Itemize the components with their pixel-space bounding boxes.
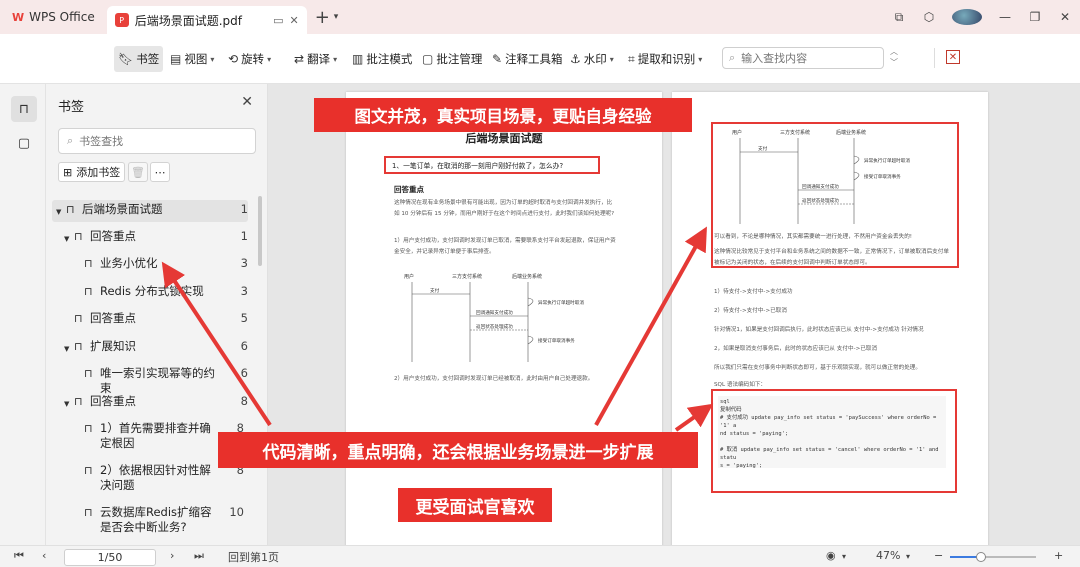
next-page-icon[interactable]: › — [170, 549, 174, 562]
zoom-level[interactable]: 47% — [876, 549, 900, 562]
back-to-first-link[interactable]: 回到第1页 — [228, 549, 279, 565]
annotation-banner: 图文并茂，真实项目场景，更贴自身经验 — [314, 98, 692, 132]
prev-page-icon[interactable]: ‹ — [42, 549, 46, 562]
status-bar: ⏮ ‹ 1/50 › ⏭ 回到第1页 ◉ ▾ 47% ▾ − + — [0, 545, 1080, 567]
chevron-down-icon[interactable]: ▾ — [842, 552, 846, 561]
zoom-out-icon[interactable]: − — [934, 549, 943, 562]
annotation-arrows — [161, 226, 714, 432]
last-page-icon[interactable]: ⏭ — [194, 549, 204, 563]
annotation-arrow — [161, 261, 272, 427]
chevron-down-icon[interactable]: ▾ — [906, 552, 910, 561]
annotation-banner: 更受面试官喜欢 — [398, 488, 552, 522]
annotation-banner: 代码清晰，重点明确，还会根据业务场景进一步扩展 — [218, 432, 698, 468]
annotation-arrow — [674, 403, 714, 432]
zoom-slider-knob[interactable] — [975, 552, 986, 562]
zoom-slider[interactable] — [950, 552, 1036, 562]
zoom-in-icon[interactable]: + — [1054, 549, 1063, 562]
annotation-arrow — [594, 226, 707, 426]
eye-icon[interactable]: ◉ — [826, 549, 836, 562]
first-page-icon[interactable]: ⏮ — [14, 549, 24, 563]
page-number-input[interactable]: 1/50 — [64, 549, 156, 566]
